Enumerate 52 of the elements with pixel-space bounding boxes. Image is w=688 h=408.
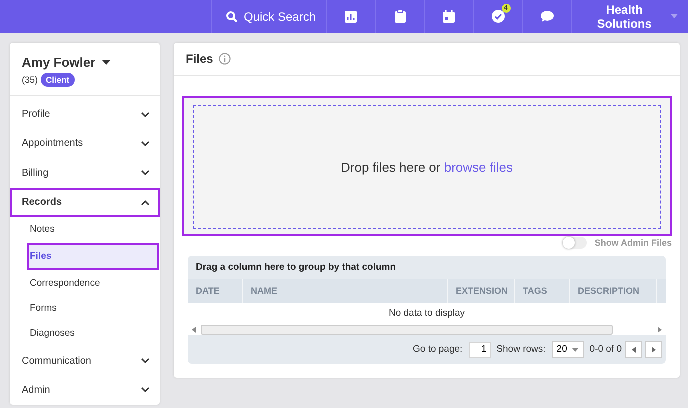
toggle-switch[interactable] bbox=[562, 237, 587, 249]
nav-item[interactable]: Diagnoses bbox=[10, 321, 160, 346]
group-panel-hint: Drag a column here to group by that column bbox=[195, 261, 398, 275]
nav-section[interactable]: Communication bbox=[10, 346, 160, 376]
rows-dropdown[interactable]: 20 bbox=[552, 341, 584, 358]
client-name-dropdown[interactable]: Amy Fowler bbox=[22, 55, 111, 70]
nav-section[interactable]: Profile bbox=[10, 100, 160, 130]
page-range: 0-0 of 0 bbox=[590, 344, 622, 355]
calendar-icon bbox=[443, 10, 455, 23]
clipboard-icon bbox=[394, 10, 406, 23]
chat-icon bbox=[540, 11, 554, 22]
page-title: Files bbox=[186, 52, 214, 66]
drop-zone[interactable]: Drop files here or browse files bbox=[182, 96, 672, 236]
nav-section[interactable]: Records bbox=[10, 188, 160, 218]
caret-icon bbox=[102, 60, 111, 65]
go-to-page-label: Go to page: bbox=[413, 344, 463, 355]
quick-search-button[interactable]: Quick Search bbox=[210, 0, 326, 33]
chevron-down-icon bbox=[141, 358, 150, 364]
toggle-label: Show Admin Files bbox=[594, 238, 672, 248]
scroll-left-icon[interactable] bbox=[192, 326, 197, 332]
info-icon bbox=[219, 53, 232, 65]
page-input[interactable]: 1 bbox=[468, 342, 491, 358]
search-icon bbox=[226, 10, 238, 22]
drop-zone-text: Drop files here or browse files bbox=[341, 160, 513, 174]
chevron-up-icon bbox=[141, 200, 150, 206]
nav-item[interactable]: Files bbox=[27, 242, 159, 270]
caret-icon bbox=[572, 348, 579, 352]
next-page-button[interactable] bbox=[645, 341, 662, 358]
previous-page-button[interactable] bbox=[625, 341, 642, 358]
check-circle-icon bbox=[492, 10, 504, 23]
next-icon bbox=[652, 346, 656, 352]
nav-item[interactable]: Notes bbox=[10, 217, 160, 243]
nav-item[interactable]: Correspondence bbox=[10, 270, 160, 296]
show-rows-label: Show rows: bbox=[496, 344, 546, 355]
nav-section[interactable]: Billing bbox=[10, 158, 160, 188]
empty-message: No data to display bbox=[388, 308, 466, 319]
browse-files-link[interactable]: browse files bbox=[444, 160, 513, 174]
scroll-right-icon[interactable] bbox=[657, 326, 662, 332]
nav-section[interactable]: Appointments bbox=[10, 129, 160, 159]
nav-item[interactable]: Forms bbox=[10, 296, 160, 322]
chevron-down-icon bbox=[141, 140, 150, 147]
previous-icon bbox=[632, 346, 636, 352]
client-tag: Client bbox=[41, 73, 75, 87]
chevron-down-icon bbox=[141, 170, 150, 176]
horizontal-scrollbar[interactable] bbox=[201, 324, 613, 334]
caret-icon bbox=[671, 14, 678, 19]
chevron-down-icon bbox=[141, 387, 150, 394]
client-count: (35) bbox=[22, 75, 38, 85]
organization-dropdown[interactable]: Health Solutions bbox=[571, 0, 688, 33]
chart-icon bbox=[345, 10, 357, 22]
nav-section[interactable]: Admin bbox=[10, 376, 160, 405]
chevron-down-icon bbox=[141, 112, 150, 118]
